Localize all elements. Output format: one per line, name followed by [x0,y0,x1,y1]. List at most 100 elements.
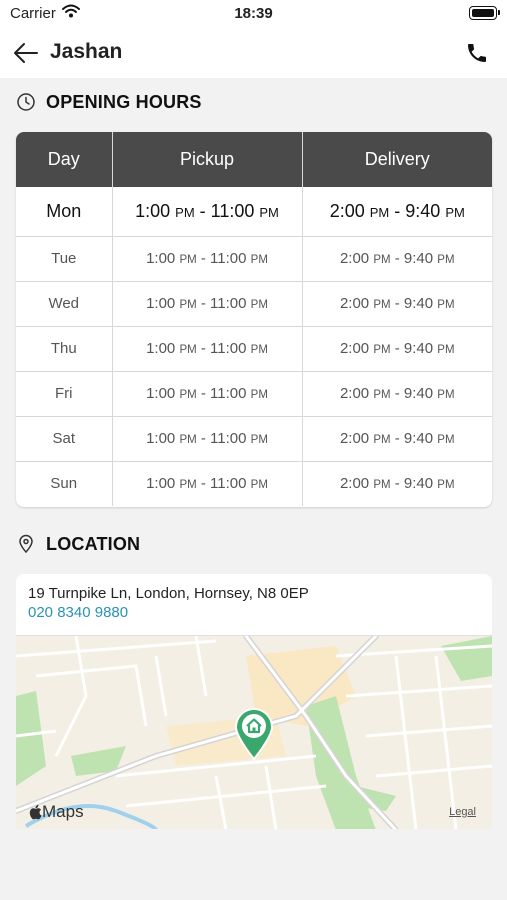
delivery-hours-cell: 2:00 PM - 9:40 PM [302,371,492,417]
open-time: 1:00 [146,295,176,312]
open-ampm: PM [373,299,391,311]
close-time: 9:40 [405,200,441,221]
open-ampm: PM [179,344,197,356]
close-time: 9:40 [403,430,434,447]
open-time: 2:00 [339,295,370,312]
pickup-hours-cell: 1:00 PM - 11:00 PM [112,326,303,372]
close-ampm: PM [437,254,455,266]
location-heading: LOCATION [16,532,140,556]
open-time: 2:00 [339,340,370,357]
header-delivery: Delivery [302,132,492,187]
separator: - [390,475,404,493]
open-time: 1:00 [135,200,171,221]
open-ampm: PM [179,389,197,401]
clock-icon [17,93,35,111]
day-cell: Fri [16,371,113,417]
maps-label: Maps [42,802,84,821]
open-ampm: PM [179,479,197,492]
close-time: 11:00 [210,430,247,447]
table-header-row: Day Pickup Delivery [16,132,492,187]
close-ampm: PM [250,389,268,401]
delivery-hours-cell: 2:00 PM - 9:40 PM [302,281,492,327]
close-time: 9:40 [403,475,434,493]
open-time: 2:00 [339,430,370,447]
day-cell: Wed [16,281,113,327]
maps-brand: Maps [28,802,84,822]
close-time: 11:00 [210,340,247,357]
opening-hours-title: OPENING HOURS [46,91,202,112]
open-time: 1:00 [146,385,176,402]
table-row: Sun 1:00 PM - 11:00 PM 2:00 PM - 9:40 PM [16,461,492,506]
separator: - [196,475,211,493]
open-time: 1:00 [146,340,176,357]
open-time: 1:00 [146,475,176,493]
opening-hours-heading: OPENING HOURS [16,90,202,114]
pickup-hours-cell: 1:00 PM - 11:00 PM [112,371,303,417]
open-ampm: PM [175,204,195,220]
pickup-hours-cell: 1:00 PM - 11:00 PM [112,281,303,327]
separator: - [196,340,211,357]
pickup-hours-cell: 1:00 PM - 11:00 PM [112,461,303,506]
close-time: 9:40 [403,295,434,312]
close-time: 9:40 [403,250,434,267]
close-time: 9:40 [403,340,434,357]
arrow-left-icon[interactable] [12,40,40,66]
close-ampm: PM [437,299,455,311]
open-ampm: PM [369,204,390,220]
close-time: 11:00 [210,200,255,221]
separator: - [196,250,211,267]
close-time: 11:00 [210,475,247,493]
close-ampm: PM [437,434,455,446]
phone-icon[interactable] [465,41,489,65]
close-ampm: PM [250,344,268,356]
delivery-hours-cell: 2:00 PM - 9:40 PM [302,187,492,237]
home-marker-icon[interactable] [233,707,275,766]
open-time: 1:00 [146,430,176,447]
table-row: Thu 1:00 PM - 11:00 PM 2:00 PM - 9:40 PM [16,326,492,372]
day-cell: Tue [16,236,113,282]
open-time: 2:00 [339,385,370,402]
open-time: 2:00 [329,200,365,221]
battery-icon [469,6,500,20]
table-row: Sat 1:00 PM - 11:00 PM 2:00 PM - 9:40 PM [16,416,492,462]
pickup-hours-cell: 1:00 PM - 11:00 PM [112,416,303,462]
close-time: 11:00 [210,295,247,312]
open-time: 2:00 [339,250,370,267]
separator: - [194,200,211,221]
separator: - [390,340,404,357]
open-ampm: PM [179,434,197,446]
close-ampm: PM [437,479,455,492]
pickup-hours-cell: 1:00 PM - 11:00 PM [112,236,303,282]
table-row: Wed 1:00 PM - 11:00 PM 2:00 PM - 9:40 PM [16,281,492,327]
status-time: 18:39 [234,5,273,22]
separator: - [196,295,211,312]
day-cell: Sat [16,416,113,462]
close-ampm: PM [250,299,268,311]
nav-bar: Jashan [0,28,507,78]
day-cell: Sun [16,461,113,506]
map-view[interactable]: Maps Legal [16,635,492,829]
delivery-hours-cell: 2:00 PM - 9:40 PM [302,326,492,372]
open-ampm: PM [373,254,391,266]
address-text: 19 Turnpike Ln, London, Hornsey, N8 0EP [28,585,309,602]
header-day: Day [16,132,113,187]
delivery-hours-cell: 2:00 PM - 9:40 PM [302,461,492,506]
close-ampm: PM [250,434,268,446]
separator: - [390,430,404,447]
close-ampm: PM [250,479,268,492]
close-ampm: PM [259,204,279,220]
legal-link[interactable]: Legal [449,806,476,818]
delivery-hours-cell: 2:00 PM - 9:40 PM [302,236,492,282]
table-row: Tue 1:00 PM - 11:00 PM 2:00 PM - 9:40 PM [16,236,492,282]
status-bar: Carrier 18:39 [0,0,507,28]
table-row: Mon 1:00 PM - 11:00 PM 2:00 PM - 9:40 PM [16,187,492,237]
open-time: 1:00 [146,250,176,267]
close-ampm: PM [437,389,455,401]
open-ampm: PM [373,389,391,401]
location-title: LOCATION [46,533,141,554]
phone-number-link[interactable]: 020 8340 9880 [28,604,128,621]
close-time: 9:40 [403,385,434,402]
separator: - [196,385,211,402]
delivery-hours-cell: 2:00 PM - 9:40 PM [302,416,492,462]
location-card: 19 Turnpike Ln, London, Hornsey, N8 0EP … [16,574,492,829]
